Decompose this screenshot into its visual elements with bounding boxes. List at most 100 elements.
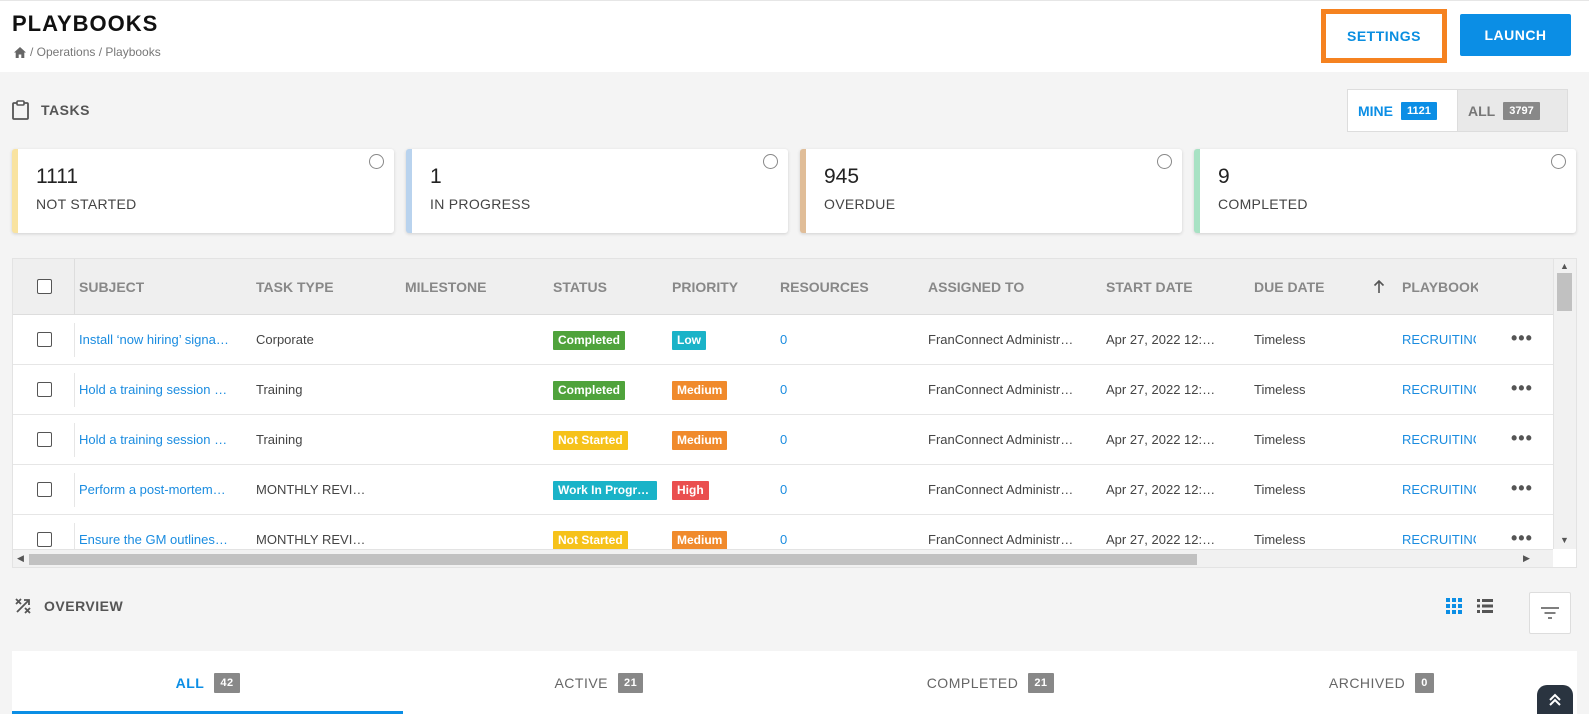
tab-label: ARCHIVED — [1328, 674, 1406, 691]
row-checkbox[interactable] — [37, 482, 52, 497]
priority-badge: Medium — [672, 381, 728, 401]
table-row[interactable]: Install ‘now hiring’ signage Corporate Com… — [13, 315, 1553, 365]
subject-link[interactable]: Hold a training session for staff — [79, 365, 229, 415]
card-overdue[interactable]: 945 OVERDUE — [800, 149, 1182, 233]
vertical-scrollbar[interactable]: ▲ ▼ — [1553, 259, 1576, 549]
status-badge: Work In Progress — [553, 481, 657, 501]
col-priority[interactable]: PRIORITY — [672, 259, 738, 315]
more-actions-icon[interactable]: ••• — [1511, 465, 1533, 515]
start-date: Apr 27, 2022 12:5… — [1106, 432, 1222, 447]
settings-button[interactable]: SETTINGS — [1321, 9, 1447, 63]
start-date: Apr 27, 2022 12:5… — [1106, 482, 1222, 497]
row-checkbox[interactable] — [37, 332, 52, 347]
overview-tabs: ALL 42 ACTIVE 21 COMPLETED 21 ARCHIVED 0 — [12, 651, 1577, 714]
scroll-up-arrow-icon[interactable]: ▲ — [1560, 261, 1569, 271]
tab-all[interactable]: ALL 42 — [12, 651, 404, 714]
tab-label: ACTIVE — [554, 674, 609, 691]
card-completed[interactable]: 9 COMPLETED — [1194, 149, 1576, 233]
col-due-date[interactable]: DUE DATE — [1254, 259, 1325, 315]
tasks-table: SUBJECT TASK TYPE MILESTONE STATUS PRIOR… — [12, 258, 1577, 568]
breadcrumb-path[interactable]: / Operations / Playbooks — [30, 45, 161, 59]
card-label: NOT STARTED — [36, 196, 137, 212]
card-in-progress[interactable]: 1 IN PROGRESS — [406, 149, 788, 233]
tasks-scope-toggle: MINE 1121 ALL 3797 — [1347, 89, 1568, 132]
row-checkbox[interactable] — [37, 532, 52, 547]
playbook-link[interactable]: RECRUITING — [1402, 465, 1476, 515]
priority-badge: Low — [672, 331, 706, 351]
toggle-mine[interactable]: MINE 1121 — [1348, 90, 1457, 131]
select-all-checkbox[interactable] — [37, 279, 52, 294]
table-row[interactable]: Hold a training session for staff Trainin… — [13, 365, 1553, 415]
subject-link[interactable]: Perform a post-mortem review — [79, 465, 229, 515]
playbook-link[interactable]: RECRUITING — [1402, 365, 1476, 415]
grid-view-icon[interactable] — [1446, 598, 1462, 614]
resources-link[interactable]: 0 — [780, 315, 820, 365]
tab-count-badge: 0 — [1415, 672, 1434, 693]
due-date: Timeless — [1254, 332, 1306, 347]
due-date: Timeless — [1254, 382, 1306, 397]
col-milestone[interactable]: MILESTONE — [405, 259, 486, 315]
double-chevron-up-icon — [1549, 693, 1561, 706]
card-radio[interactable] — [1551, 154, 1566, 169]
launch-button[interactable]: LAUNCH — [1460, 14, 1571, 56]
card-radio[interactable] — [763, 154, 778, 169]
tab-label: COMPLETED — [926, 674, 1019, 691]
task-type: Training — [256, 432, 303, 447]
subject-link[interactable]: Install ‘now hiring’ signage — [79, 315, 229, 365]
resources-link[interactable]: 0 — [780, 365, 820, 415]
table-row[interactable]: Perform a post-mortem review MONTHLY REVI… — [13, 465, 1553, 515]
toggle-all[interactable]: ALL 3797 — [1457, 90, 1567, 131]
column-divider — [74, 259, 75, 315]
resources-link[interactable]: 0 — [780, 465, 820, 515]
tab-count-badge: 21 — [618, 672, 644, 693]
card-not-started[interactable]: 1111 NOT STARTED — [12, 149, 394, 233]
assigned-to: FranConnect Administrator — [928, 482, 1076, 497]
column-divider — [74, 423, 75, 457]
scroll-left-arrow-icon[interactable]: ◀ — [17, 553, 24, 564]
more-actions-icon[interactable]: ••• — [1511, 415, 1533, 465]
tab-completed[interactable]: COMPLETED 21 — [795, 651, 1186, 714]
more-actions-icon[interactable]: ••• — [1511, 365, 1533, 415]
list-view-icon[interactable] — [1477, 598, 1493, 614]
scroll-down-arrow-icon[interactable]: ▼ — [1560, 535, 1569, 545]
col-subject[interactable]: SUBJECT — [79, 259, 144, 315]
toggle-all-label: ALL — [1468, 102, 1496, 119]
card-radio[interactable] — [1157, 154, 1172, 169]
start-date: Apr 27, 2022 12:5… — [1106, 382, 1222, 397]
tab-active[interactable]: ACTIVE 21 — [403, 651, 794, 714]
col-playbook[interactable]: PLAYBOOK — [1402, 259, 1478, 315]
tasks-title: TASKS — [41, 102, 90, 118]
subject-link[interactable]: Hold a training session for staff — [79, 415, 229, 465]
col-status[interactable]: STATUS — [553, 259, 607, 315]
playbook-link[interactable]: RECRUITING — [1402, 415, 1476, 465]
assigned-to: FranConnect Administrator — [928, 332, 1076, 347]
col-task-type[interactable]: TASK TYPE — [256, 259, 334, 315]
due-date: Timeless — [1254, 482, 1306, 497]
horizontal-scrollbar[interactable]: ◀ ▶ — [13, 549, 1553, 567]
card-count: 945 — [824, 165, 860, 188]
card-radio[interactable] — [369, 154, 384, 169]
col-resources[interactable]: RESOURCES — [780, 259, 869, 315]
resources-link[interactable]: 0 — [780, 415, 820, 465]
task-type: Training — [256, 382, 303, 397]
scroll-right-arrow-icon[interactable]: ▶ — [1523, 553, 1530, 564]
col-assigned-to[interactable]: ASSIGNED TO — [928, 259, 1024, 315]
status-badge: Not Started — [553, 431, 628, 451]
col-start-date[interactable]: START DATE — [1106, 259, 1193, 315]
clipboard-icon — [12, 100, 29, 120]
vertical-scroll-thumb[interactable] — [1557, 273, 1572, 311]
due-date: Timeless — [1254, 432, 1306, 447]
table-row[interactable]: Hold a training session for staff Trainin… — [13, 415, 1553, 465]
scroll-to-top-button[interactable] — [1537, 685, 1573, 714]
horizontal-scroll-thumb[interactable] — [29, 554, 1197, 565]
playbook-link[interactable]: RECRUITING — [1402, 315, 1476, 365]
more-actions-icon[interactable]: ••• — [1511, 315, 1533, 365]
task-type: MONTHLY REVIEW — [256, 482, 366, 497]
tab-archived[interactable]: ARCHIVED 0 — [1186, 651, 1577, 714]
sort-ascending-icon[interactable] — [1373, 280, 1385, 294]
row-checkbox[interactable] — [37, 382, 52, 397]
card-count: 9 — [1218, 165, 1230, 188]
row-checkbox[interactable] — [37, 432, 52, 447]
home-icon[interactable] — [14, 46, 26, 58]
filter-button[interactable] — [1529, 592, 1571, 634]
